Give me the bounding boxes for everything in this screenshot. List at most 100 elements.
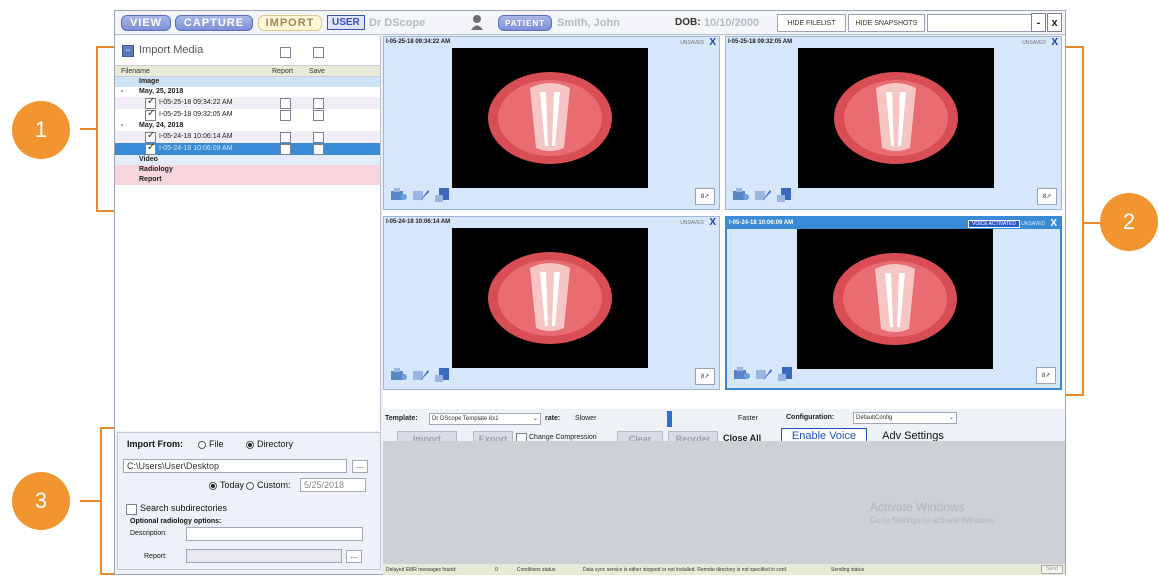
patient-name: Smith, John — [557, 17, 620, 29]
radiology-options-label: Optional radiology options: — [130, 518, 222, 525]
status-bar: Delayed EMR messages found: 0 Conditions… — [383, 564, 1065, 575]
template-value: Dr DScope Template 8x1 — [432, 416, 499, 422]
tree-video[interactable]: Video — [115, 155, 380, 165]
export-tool-icon[interactable] — [434, 187, 452, 203]
capture-tool-icon[interactable] — [390, 367, 408, 383]
report-checkbox[interactable] — [280, 144, 291, 155]
minimize-button[interactable]: - — [1031, 13, 1046, 32]
bracket-2 — [1064, 46, 1084, 396]
tab-import[interactable]: IMPORT — [258, 15, 322, 31]
collapse-icon[interactable]: − — [122, 45, 134, 57]
directory-radio[interactable] — [246, 441, 254, 449]
custom-date-picker[interactable]: 5/25/2018 — [300, 478, 366, 492]
hide-filelist-button[interactable]: HIDE FILELIST — [777, 14, 846, 32]
dob-value: 10/10/2000 — [704, 17, 760, 29]
tab-view[interactable]: VIEW — [121, 15, 171, 31]
capture-tool-icon[interactable] — [390, 187, 408, 203]
dscope-app-window: VIEW CAPTURE IMPORT USER Dr DScope PATIE… — [114, 10, 1066, 575]
today-label: Today — [220, 480, 245, 490]
snapshot-tile-selected[interactable]: I-05-24-18 10:06:09 AM VOICE ACTIVATED U… — [725, 216, 1062, 390]
tile-title: I-05-24-18 10:06:14 AM — [386, 219, 451, 225]
bracket-3-stem — [80, 500, 100, 502]
configuration-select[interactable]: DefaultConfig ⌄ — [853, 412, 957, 424]
tile-tools — [733, 366, 795, 382]
tile-close-button[interactable]: X — [709, 37, 716, 48]
patient-badge[interactable]: PATIENT — [498, 15, 552, 31]
hide-snapshots-button[interactable]: HIDE SNAPSHOTS — [848, 14, 925, 32]
tree-image[interactable]: Image — [115, 77, 380, 87]
search-subdirectories-label: Search subdirectories — [140, 503, 228, 513]
save-checkbox[interactable] — [313, 98, 324, 109]
custom-radio[interactable] — [246, 482, 254, 490]
file-checkbox[interactable] — [145, 109, 156, 121]
today-radio[interactable] — [209, 482, 217, 490]
description-input[interactable] — [186, 527, 363, 541]
tile-close-button[interactable]: X — [709, 217, 716, 228]
save-checkbox[interactable] — [313, 110, 324, 121]
activation-watermark-title: Activate Windows — [870, 500, 965, 514]
tile-close-button[interactable]: X — [1051, 37, 1058, 48]
user-badge[interactable]: USER — [327, 15, 365, 30]
rate-faster-label: Faster — [738, 415, 758, 422]
browse-button[interactable]: ... — [352, 460, 368, 473]
export-tool-icon[interactable] — [434, 367, 452, 383]
file-checkbox[interactable] — [145, 143, 156, 155]
annotate-tool-icon[interactable] — [755, 366, 773, 382]
larynx-image — [452, 228, 648, 368]
tree-report[interactable]: Report — [115, 175, 380, 185]
capture-tool-icon[interactable] — [733, 366, 751, 382]
capture-tool-icon[interactable] — [732, 187, 750, 203]
zoom-button[interactable]: 8 ↗ — [695, 368, 715, 385]
annotate-tool-icon[interactable] — [412, 187, 430, 203]
callout-1: 1 — [12, 101, 70, 159]
rate-slider-thumb[interactable] — [667, 411, 672, 427]
file-radio[interactable] — [198, 441, 206, 449]
custom-label: Custom: — [257, 480, 291, 490]
top-bar: VIEW CAPTURE IMPORT USER Dr DScope PATIE… — [115, 11, 1065, 35]
larynx-image — [797, 229, 993, 369]
change-compression-label: Change Compression — [529, 434, 597, 441]
annotate-tool-icon[interactable] — [754, 187, 772, 203]
export-tool-icon[interactable] — [777, 366, 795, 382]
annotate-tool-icon[interactable] — [412, 367, 430, 383]
template-select[interactable]: Dr DScope Template 8x1 ⌄ — [429, 413, 541, 425]
callout-3: 3 — [12, 472, 70, 530]
tile-close-button[interactable]: X — [1050, 218, 1057, 229]
configuration-label: Configuration: — [786, 414, 835, 421]
save-checkbox[interactable] — [313, 144, 324, 155]
send-button[interactable]: Send — [1041, 565, 1063, 574]
close-window-button[interactable]: x — [1047, 13, 1062, 32]
group-label: May, 25, 2018 — [139, 88, 184, 95]
report-checkbox[interactable] — [280, 132, 291, 143]
snapshot-tile[interactable]: I-05-25-18 09:32:05 AM UNSAVED X 8 ↗ — [725, 36, 1062, 210]
tile-tools — [390, 367, 452, 383]
save-all-checkbox[interactable] — [313, 47, 324, 58]
snapshot-tile[interactable]: I-05-24-18 10:06:14 AM UNSAVED X 8 ↗ — [383, 216, 720, 390]
tree-file[interactable]: I-05-25-18 09:32:05 AM — [115, 109, 380, 121]
tile-status: UNSAVED — [1022, 40, 1046, 46]
bracket-2-stem — [1084, 222, 1100, 224]
report-label: Report: — [144, 553, 167, 560]
file-name: I-05-25-18 09:34:22 AM — [159, 99, 233, 106]
tile-tools — [732, 187, 794, 203]
emr-messages-count: 0 — [495, 567, 498, 573]
report-all-checkbox[interactable] — [280, 47, 291, 58]
tab-capture[interactable]: CAPTURE — [175, 15, 253, 31]
report-checkbox[interactable] — [280, 110, 291, 121]
tree-radiology[interactable]: Radiology — [115, 165, 380, 175]
preview-area: Activate Windows Go to Settings to activ… — [383, 441, 1065, 564]
report-checkbox[interactable] — [280, 98, 291, 109]
snapshot-tile[interactable]: I-05-25-18 09:34:22 AM UNSAVED X 8 ↗ — [383, 36, 720, 210]
report-input[interactable] — [186, 549, 342, 563]
search-subdirectories-checkbox[interactable] — [126, 504, 137, 515]
zoom-button[interactable]: 8 ↗ — [1036, 367, 1056, 384]
zoom-button[interactable]: 8 ↗ — [695, 188, 715, 205]
directory-path-input[interactable]: C:\Users\User\Desktop — [123, 459, 347, 473]
tree-file-selected[interactable]: I-05-24-18 10:06:09 AM — [115, 143, 380, 155]
import-from-panel: Import From: File Directory C:\Users\Use… — [117, 432, 381, 570]
save-checkbox[interactable] — [313, 132, 324, 143]
report-browse-button[interactable]: ... — [346, 550, 362, 563]
export-tool-icon[interactable] — [776, 187, 794, 203]
chevron-down-icon: ⌄ — [948, 415, 954, 421]
zoom-button[interactable]: 8 ↗ — [1037, 188, 1057, 205]
